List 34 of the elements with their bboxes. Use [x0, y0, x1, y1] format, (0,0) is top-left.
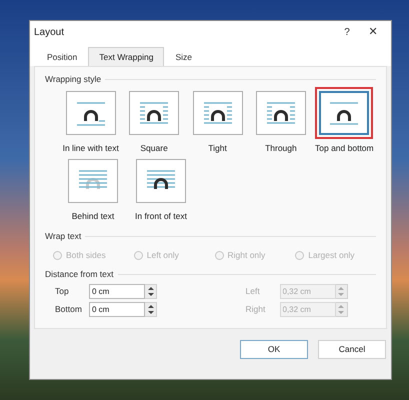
radio-label: Both sides [66, 249, 106, 262]
wrap-style-option[interactable] [129, 90, 180, 135]
option-label: Through [265, 142, 297, 154]
field-label: Right [246, 302, 266, 316]
dialog-button[interactable]: Cancel [318, 340, 386, 359]
spin-arrows-icon[interactable] [145, 302, 157, 316]
dialog-button[interactable]: OK [240, 340, 308, 359]
section-heading: Distance from text [45, 268, 114, 280]
input-field[interactable]: 0 cm [89, 302, 145, 316]
input-field[interactable]: 0 cm [89, 284, 145, 298]
close-button[interactable]: ✕ [359, 24, 387, 40]
radio-label: Right only [228, 249, 266, 262]
option-label: Behind text [72, 210, 114, 222]
window-title: Layout [34, 26, 66, 40]
field-label: Left [246, 284, 261, 298]
help-button[interactable]: ? [335, 24, 359, 40]
section-heading: Wrap text [45, 230, 82, 243]
field-label: Top [55, 284, 70, 298]
option-label: Square [140, 142, 168, 154]
option-label: In line with text [62, 142, 119, 154]
section-heading: Wrapping style [45, 73, 102, 86]
tab[interactable]: Text Wrapping [88, 47, 164, 66]
option-label: Tight [208, 142, 227, 154]
wrap-style-option[interactable] [256, 90, 306, 135]
option-label: Top and bottom [315, 142, 374, 154]
option-label: In front of text [135, 210, 187, 222]
radio-label: Largest only [308, 249, 355, 262]
wrap-style-option[interactable] [319, 90, 370, 135]
wrap-style-option[interactable] [136, 158, 186, 202]
field-label: Bottom [55, 302, 83, 316]
wrap-style-option[interactable] [192, 90, 243, 135]
spin-arrows-icon[interactable] [145, 284, 157, 298]
wrap-style-option[interactable] [66, 90, 116, 135]
radio-label: Left only [146, 249, 179, 262]
